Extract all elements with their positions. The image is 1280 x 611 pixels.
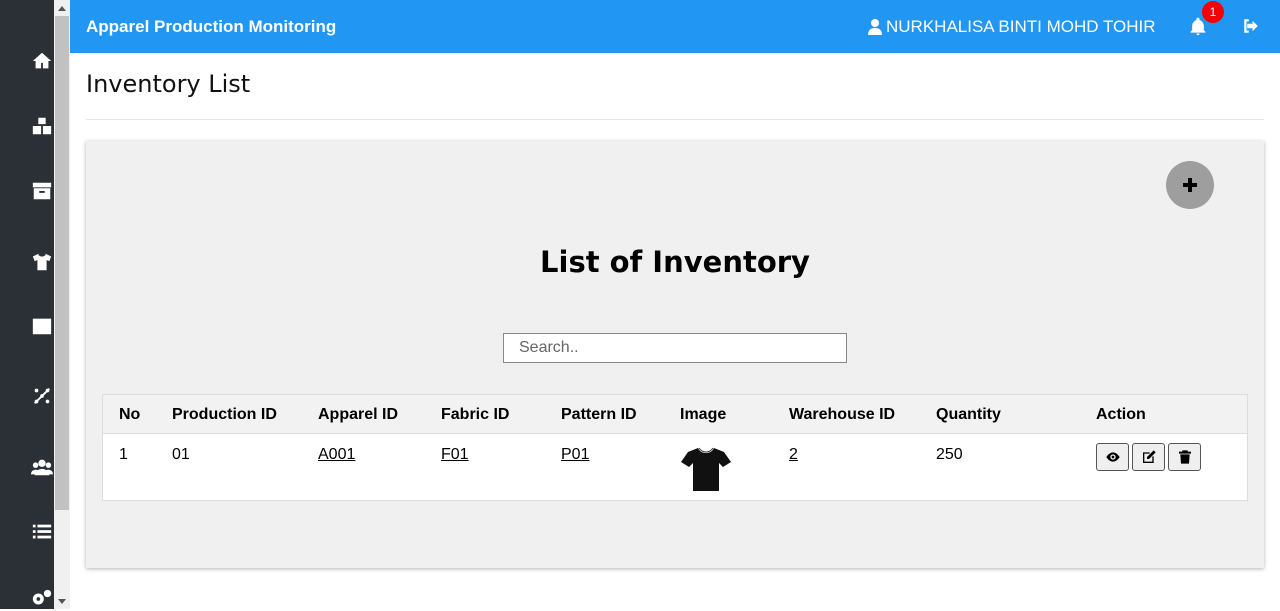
tshirt-icon[interactable] <box>30 250 54 274</box>
sidebar <box>0 0 54 609</box>
scroll-thumb[interactable] <box>55 16 69 510</box>
user-icon <box>868 19 882 35</box>
table-header: No Production ID Apparel ID Fabric ID Pa… <box>103 395 1247 434</box>
cell-no: 1 <box>119 446 128 463</box>
user-name: NURKHALISA BINTI MOHD TOHIR <box>886 17 1156 36</box>
search-input[interactable] <box>503 333 847 363</box>
apparel-image <box>681 447 731 491</box>
inventory-table: No Production ID Apparel ID Fabric ID Pa… <box>102 394 1248 501</box>
view-button[interactable] <box>1096 443 1129 471</box>
header-fabric-id: Fabric ID <box>441 406 510 423</box>
pattern-id-link[interactable]: P01 <box>561 446 589 463</box>
scroll-up-arrow-icon[interactable] <box>54 0 70 16</box>
header-action: Action <box>1096 406 1146 423</box>
header-apparel-id: Apparel ID <box>318 406 399 423</box>
square-icon[interactable] <box>30 314 54 338</box>
edit-icon <box>1142 450 1156 463</box>
fabric-id-link[interactable]: F01 <box>441 446 469 463</box>
pattern-icon[interactable] <box>30 384 54 408</box>
inventory-card: List of Inventory No Production ID Appar… <box>86 141 1264 568</box>
delete-button[interactable] <box>1168 443 1201 471</box>
notification-badge[interactable]: 1 <box>1202 1 1224 23</box>
edit-button[interactable] <box>1132 443 1165 471</box>
cogs-icon[interactable] <box>30 587 54 611</box>
header-pattern-id: Pattern ID <box>561 406 637 423</box>
header-quantity: Quantity <box>936 406 1001 423</box>
users-icon[interactable] <box>30 455 54 479</box>
plus-icon <box>1183 178 1197 192</box>
apparel-id-link[interactable]: A001 <box>318 446 355 463</box>
eye-icon <box>1105 452 1120 462</box>
row-actions <box>1096 443 1201 471</box>
scroll-down-arrow-icon[interactable] <box>54 593 70 609</box>
top-navbar: Apparel Production Monitoring NURKHALISA… <box>70 0 1280 53</box>
boxes-icon[interactable] <box>30 114 54 138</box>
header-image: Image <box>680 406 727 423</box>
table-row: 1 01 A001 F01 P01 2 250 <box>103 435 1247 500</box>
user-menu[interactable]: NURKHALISA BINTI MOHD TOHIR <box>868 17 1156 37</box>
list-icon[interactable] <box>30 520 54 544</box>
page-title: Inventory List <box>86 70 251 98</box>
card-title: List of Inventory <box>540 245 810 279</box>
header-warehouse-id: Warehouse ID <box>789 406 896 423</box>
vertical-scrollbar[interactable] <box>54 0 70 609</box>
archive-icon[interactable] <box>30 179 54 203</box>
header-no: No <box>119 406 141 423</box>
header-production-id: Production ID <box>172 406 277 423</box>
app-title[interactable]: Apparel Production Monitoring <box>86 17 336 37</box>
trash-icon <box>1178 450 1191 464</box>
divider <box>86 119 1264 120</box>
cell-quantity: 250 <box>936 446 963 463</box>
cell-production-id: 01 <box>172 446 190 463</box>
add-inventory-button[interactable] <box>1166 161 1214 209</box>
logout-icon[interactable] <box>1242 17 1262 37</box>
warehouse-id-link[interactable]: 2 <box>789 446 798 463</box>
home-icon[interactable] <box>30 49 54 73</box>
